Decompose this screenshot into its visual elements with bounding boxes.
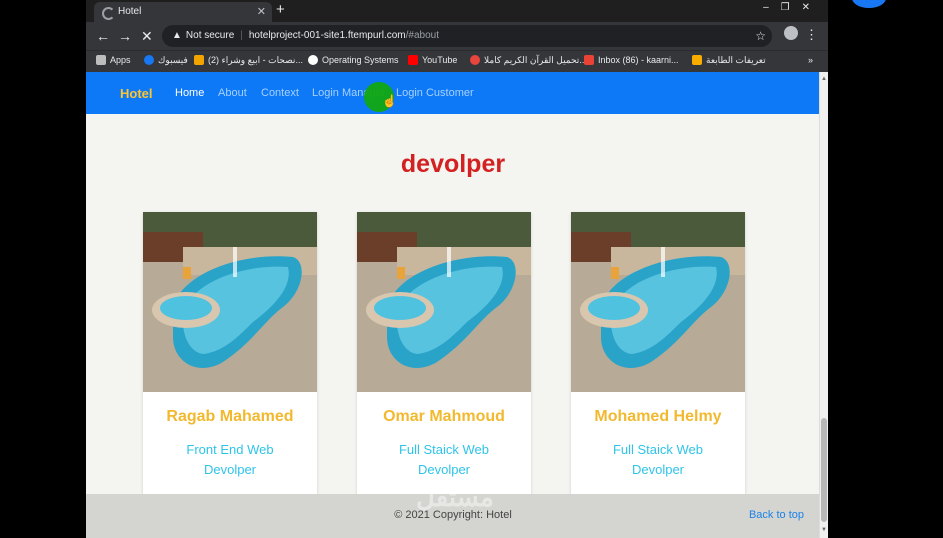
developer-role[interactable]: Full Staick Web Devolper xyxy=(379,440,509,480)
nav-link-home[interactable]: Home xyxy=(175,87,204,99)
pool-image xyxy=(357,212,531,392)
bookmark-item-classifieds[interactable]: (2) نصحات - ابيع وشراء... xyxy=(194,55,303,66)
site-footer: مستقل © 2021 Copyright: Hotel Back to to… xyxy=(86,482,820,538)
google-icon xyxy=(308,55,318,65)
apps-grid-icon xyxy=(96,55,106,65)
bookmarks-bar: Apps فيسبوك (2) نصحات - ابيع وشراء... Op… xyxy=(86,50,828,72)
site-brand[interactable]: Hotel xyxy=(120,86,153,101)
pool-image xyxy=(571,212,745,392)
bookmark-item-youtube[interactable]: YouTube xyxy=(408,55,457,65)
bookmark-label: Inbox (86) - kaarni... xyxy=(598,55,679,65)
page-viewport: Hotel Home About Context Login Manager L… xyxy=(86,72,828,538)
youtube-icon xyxy=(408,55,418,65)
site-navbar: Hotel Home About Context Login Manager L… xyxy=(86,72,820,114)
browser-window: Hotel ✕ + –❐✕ ← → ✕ ▲ Not secure | hotelpro… xyxy=(86,0,828,538)
bookmark-label: تحميل القرآن الكريم كاملا... xyxy=(484,55,587,65)
classifieds-icon xyxy=(194,55,204,65)
bookmark-item-facebook[interactable]: فيسبوك xyxy=(144,55,188,66)
pool-image xyxy=(143,212,317,392)
url-hash: /#about xyxy=(405,30,439,41)
developer-role[interactable]: Full Staick Web Devolper xyxy=(593,440,723,480)
not-secure-label: Not secure xyxy=(185,30,235,41)
nav-link-about[interactable]: About xyxy=(218,87,247,99)
bookmark-item-printers[interactable]: تعريفات الطابعة xyxy=(692,55,766,66)
close-tab-icon[interactable]: ✕ xyxy=(257,2,266,22)
stop-loading-icon[interactable]: ✕ xyxy=(141,28,153,45)
new-tab-button[interactable]: + xyxy=(276,1,285,18)
browser-menu-icon[interactable]: ⋮ xyxy=(805,27,818,43)
bookmark-item-apps[interactable]: Apps xyxy=(96,55,131,65)
warning-icon: ▲ xyxy=(172,30,182,41)
back-arrow-icon[interactable]: ← xyxy=(96,28,110,44)
bookmark-star-icon[interactable]: ☆ xyxy=(755,25,766,47)
browser-tab[interactable]: Hotel ✕ xyxy=(94,2,272,22)
gmail-icon xyxy=(584,55,594,65)
loading-spinner-icon xyxy=(102,7,115,20)
printer-drivers-icon xyxy=(692,55,702,65)
address-divider: | xyxy=(240,30,243,41)
scroll-up-arrow-icon[interactable]: ▲ xyxy=(821,76,827,82)
nav-link-context[interactable]: Context xyxy=(261,87,299,99)
bookmark-label: فيسبوك xyxy=(158,55,188,65)
bookmarks-overflow-icon[interactable]: » xyxy=(808,55,813,65)
bookmark-label: تعريفات الطابعة xyxy=(706,55,766,65)
facebook-messenger-icon[interactable] xyxy=(852,0,886,8)
scrollbar-thumb[interactable] xyxy=(821,418,827,522)
forward-arrow-icon[interactable]: → xyxy=(118,28,132,44)
developer-card: Ragab Mahamed Front End Web Devolper xyxy=(143,212,317,512)
back-to-top-link[interactable]: Back to top xyxy=(749,509,804,521)
developer-role[interactable]: Front End Web Devolper xyxy=(165,440,295,480)
page-heading: devolper xyxy=(400,150,506,178)
bookmark-label: YouTube xyxy=(422,55,458,65)
bookmark-label: Operating Systems xyxy=(322,55,399,65)
developer-name: Omar Mahmoud xyxy=(383,408,505,425)
nav-link-login-customer[interactable]: Login Customer xyxy=(396,87,474,99)
facebook-icon xyxy=(144,55,154,65)
footer-copyright: © 2021 Copyright: Hotel xyxy=(394,509,512,521)
tab-title: Hotel xyxy=(118,6,142,17)
address-bar[interactable]: ▲ Not secure | hotelproject-001-site1.ftemp… xyxy=(162,25,772,47)
url-host: hotelproject-001-site1.ftempurl.com xyxy=(248,30,406,41)
bookmark-item-inbox[interactable]: Inbox (86) - kaarni... xyxy=(584,55,679,65)
bookmark-item-quran[interactable]: تحميل القرآن الكريم كاملا... xyxy=(470,55,587,66)
browser-toolbar: ← → ✕ ▲ Not secure | hotelproject-001-site1… xyxy=(86,22,828,50)
bookmark-label: (2) نصحات - ابيع وشراء... xyxy=(208,55,303,65)
page-scrollbar[interactable]: ▲ ▼ xyxy=(819,72,828,538)
developer-card: Mohamed Helmy Full Staick Web Devolper xyxy=(571,212,745,512)
developer-card: Omar Mahmoud Full Staick Web Devolper xyxy=(357,212,531,512)
developer-name: Ragab Mahamed xyxy=(166,408,294,425)
window-controls[interactable]: –❐✕ xyxy=(763,2,822,13)
tab-strip: Hotel ✕ + –❐✕ xyxy=(86,0,828,22)
quran-site-icon xyxy=(470,55,480,65)
hand-cursor-icon: ☝ xyxy=(382,94,397,108)
bookmark-label: Apps xyxy=(110,55,131,65)
developer-name: Mohamed Helmy xyxy=(594,408,722,425)
scroll-down-arrow-icon[interactable]: ▼ xyxy=(821,527,827,533)
bookmark-item-operating-systems[interactable]: Operating Systems xyxy=(308,55,399,65)
profile-avatar-icon[interactable] xyxy=(784,26,798,40)
